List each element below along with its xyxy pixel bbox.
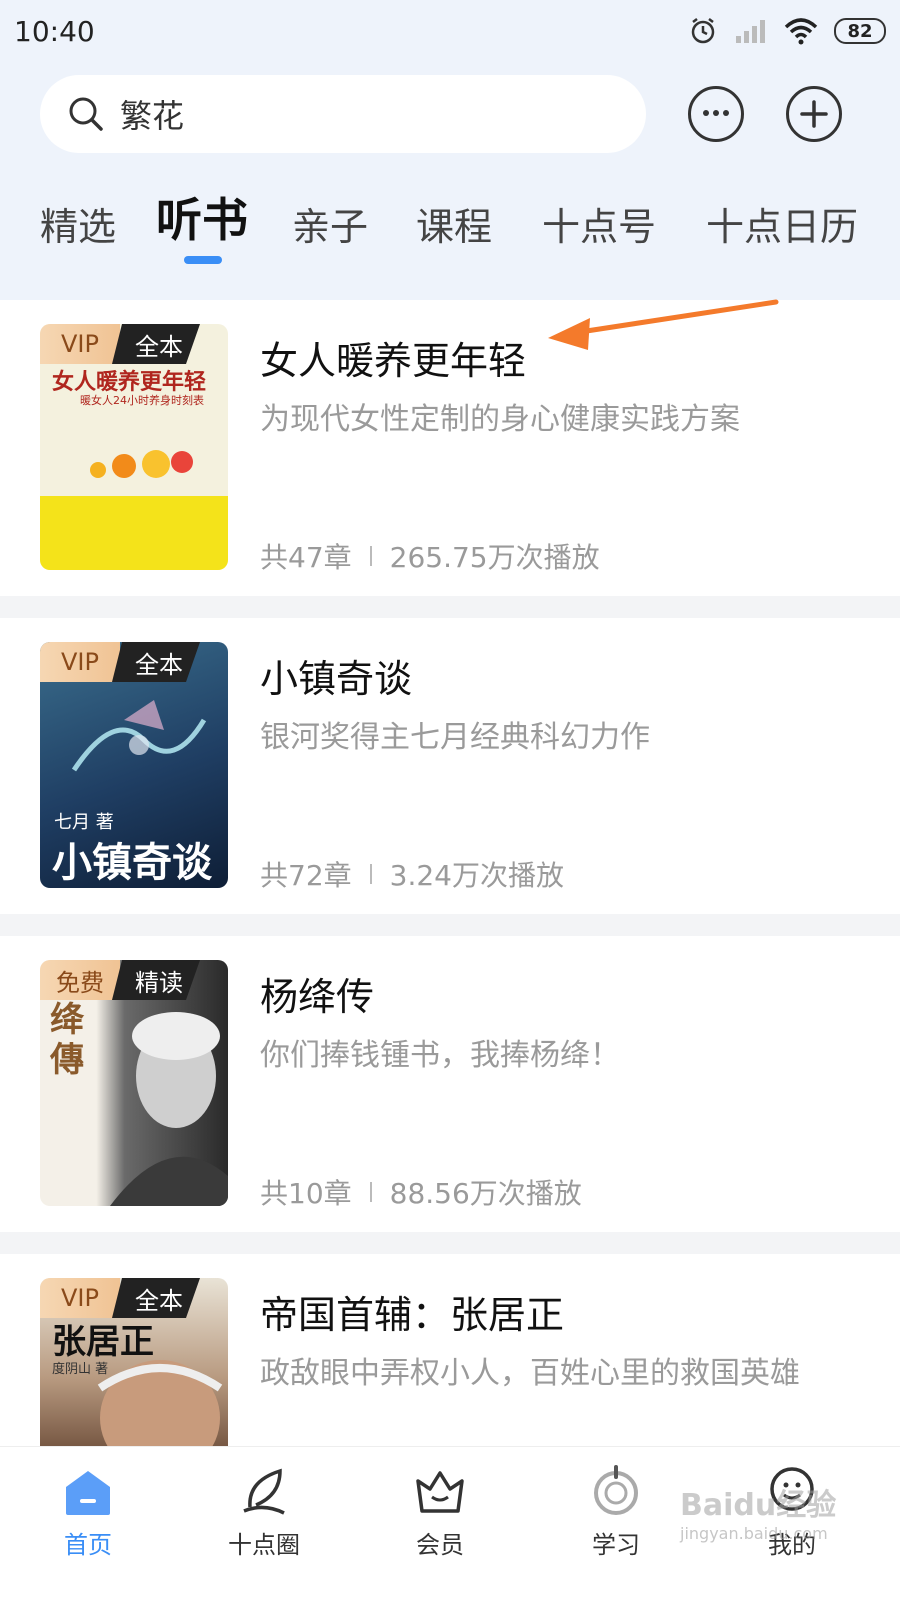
divider: [0, 914, 900, 936]
intensive-read-badge: 精读: [112, 960, 200, 1000]
annotation-arrow-icon: [548, 299, 779, 350]
tab-shidianhao[interactable]: 十点号: [542, 196, 656, 251]
book-title: 女人暖养更年轻: [260, 339, 527, 383]
full-book-badge: 全本: [112, 1278, 200, 1318]
nav-label: 学习: [592, 1531, 640, 1559]
chapter-count: 共72章: [260, 859, 352, 892]
chapter-count: 共47章: [260, 541, 352, 574]
alarm-icon: [691, 18, 715, 44]
book-cover: 女人暖养更年轻 暖女人24小时养身时刻表 VIP 全本: [40, 324, 228, 570]
crown-icon: [416, 1471, 464, 1513]
tab-kecheng[interactable]: 课程: [416, 196, 492, 251]
vip-badge: VIP: [40, 1278, 120, 1318]
book-title: 杨绛传: [260, 975, 375, 1019]
search-query: 繁花: [120, 97, 185, 135]
cover-title: 绛傳: [50, 1000, 84, 1080]
book-meta: 共47章 265.75万次播放: [260, 536, 600, 576]
home-icon: [66, 1471, 110, 1515]
book-cover: 绛傳 免费 精读: [40, 960, 228, 1206]
book-list: 女人暖养更年轻 暖女人24小时养身时刻表 VIP 全本 女人暖养更年轻 为现代女…: [0, 300, 900, 1446]
cover-title: 小镇奇谈: [52, 840, 212, 886]
nav-label: 十点圈: [228, 1531, 300, 1559]
cover-author: 度阴山 著: [52, 1362, 109, 1377]
book-description: 银河奖得主七月经典科幻力作: [260, 720, 650, 755]
search-input[interactable]: 繁花: [40, 75, 646, 153]
book-meta: 共72章 3.24万次播放: [260, 854, 564, 894]
full-book-badge: 全本: [112, 642, 200, 682]
free-badge: 免费: [40, 960, 120, 1000]
divider: [0, 1232, 900, 1254]
nav-study[interactable]: 学习: [556, 1463, 676, 1560]
book-card[interactable]: 张居正 度阴山 著 VIP 全本 帝国首辅：张居正 政敌眼中弄权小人，百姓心里的…: [0, 1254, 900, 1446]
portrait-image: [110, 1012, 228, 1206]
nav-shidianquan[interactable]: 十点圈: [204, 1463, 324, 1560]
book-cover: 七月 著 小镇奇谈 VIP 全本: [40, 642, 228, 888]
play-count: 3.24万次播放: [389, 859, 564, 892]
book-meta: 共10章 88.56万次播放: [260, 1172, 582, 1212]
book-description: 为现代女性定制的身心健康实践方案: [260, 402, 740, 437]
book-card[interactable]: 绛傳 免费 精读 杨绛传 你们捧钱锺书，我捧杨绛！ 共10章 88.56万次播放: [0, 936, 900, 1232]
nav-member[interactable]: 会员: [380, 1463, 500, 1560]
battery-indicator: 82: [834, 18, 886, 44]
book-title: 帝国首辅：张居正: [260, 1293, 565, 1337]
cover-title: 张居正: [52, 1322, 154, 1362]
dragon-illustration: [71, 700, 207, 772]
book-cover: 张居正 度阴山 著 VIP 全本: [40, 1278, 228, 1446]
signal-icon: [736, 20, 765, 43]
fruit-slices-image: [90, 450, 193, 478]
vip-badge: VIP: [40, 324, 120, 364]
tab-tingshu[interactable]: 听书: [156, 184, 248, 250]
full-book-badge: 全本: [112, 324, 200, 364]
study-icon: [594, 1465, 638, 1515]
play-count: 88.56万次播放: [389, 1177, 582, 1210]
cover-subtitle: 暖女人24小时养身时刻表: [80, 394, 204, 407]
message-button[interactable]: [688, 86, 744, 142]
nav-home[interactable]: 首页: [28, 1463, 148, 1560]
book-card[interactable]: 七月 著 小镇奇谈 VIP 全本 小镇奇谈 银河奖得主七月经典科幻力作 共72章…: [0, 618, 900, 914]
watermark-url: jingyan.baidu.com: [680, 1524, 828, 1543]
search-row: 繁花: [40, 74, 870, 154]
play-count: 265.75万次播放: [389, 541, 600, 574]
search-icon: [69, 97, 103, 131]
tab-shidianrili[interactable]: 十点日历: [706, 196, 858, 251]
add-button[interactable]: [786, 86, 842, 142]
category-tabs: 精选 听书 亲子 课程 十点号 十点日历: [0, 190, 900, 280]
nav-label: 会员: [416, 1531, 464, 1559]
nav-label: 首页: [64, 1531, 112, 1559]
book-description: 政敌眼中弄权小人，百姓心里的救国英雄: [260, 1356, 800, 1391]
divider: [0, 596, 900, 618]
watermark-logo: Baidu经验: [680, 1488, 837, 1523]
active-tab-indicator: [184, 256, 222, 264]
feather-icon: [243, 1468, 285, 1515]
book-description: 你们捧钱锺书，我捧杨绛！: [260, 1038, 620, 1073]
status-time: 10:40: [14, 14, 95, 48]
status-bar: 10:40 82: [0, 0, 900, 62]
tab-qinzi[interactable]: 亲子: [292, 196, 368, 251]
chat-bubble-icon: [703, 110, 729, 116]
book-title: 小镇奇谈: [260, 657, 413, 701]
chapter-count: 共10章: [260, 1177, 352, 1210]
tab-jingxuan[interactable]: 精选: [40, 196, 116, 251]
plus-icon: [800, 100, 828, 128]
vip-badge: VIP: [40, 642, 120, 682]
wifi-icon: [784, 18, 818, 45]
